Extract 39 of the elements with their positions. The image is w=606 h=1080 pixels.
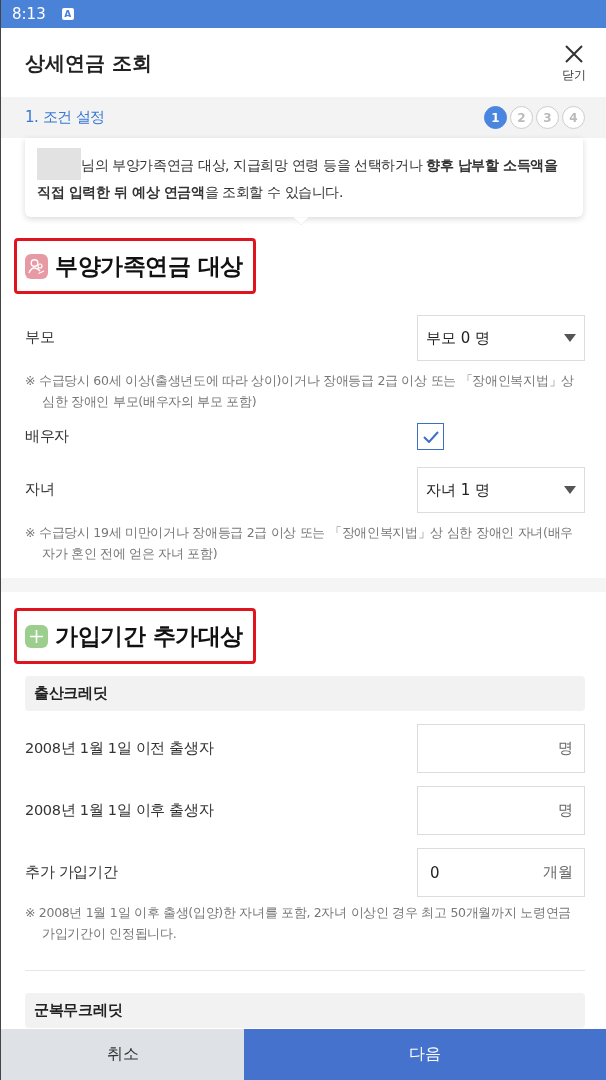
plus-icon (25, 624, 48, 648)
notification-badge: A (61, 8, 74, 20)
people-icon (25, 253, 48, 279)
dropdown[interactable]: 부모 0 명 (417, 315, 585, 361)
step-indicator: 2 (510, 106, 533, 129)
checkbox[interactable] (417, 423, 444, 450)
close-icon (564, 44, 584, 64)
note-text: ※ 2008년 1월 1일 이후 출생(입양)한 자녀를 포함, 2자녀 이상인 경우 최고 50개월까지 노령연금 가입기간이 인정됩니다. (25, 904, 573, 943)
caret-icon (564, 486, 576, 494)
cancel-button[interactable]: 취소 (1, 1029, 244, 1080)
field-label: 추가 가입기간 (25, 862, 118, 882)
subsection-header: 출산크레딧 (25, 676, 585, 711)
number-input[interactable] (417, 786, 585, 835)
number-input[interactable] (417, 724, 585, 773)
section-title: 부양가족연금 대상 (55, 251, 243, 281)
field-label: 2008년 1월 1일 이후 출생자 (25, 800, 214, 820)
step-indicator: 1 (484, 106, 507, 129)
note-text: ※ 수급당시 19세 미만이거나 장애등급 2급 이상 또는 「장애인복지법」상 심한 장애인 자녀(배우자가 혼인 전에 얻은 자녀 포함) (25, 524, 575, 563)
note-text: ※ 수급당시 60세 이상(출생년도에 따라 상이)이거나 장애등급 2급 이상 또는 「장애인복지법」상 심한 장애인 부모(배우자의 부모 포함) (25, 372, 575, 411)
unit-label: 명 (558, 800, 573, 820)
step-indicator: 3 (536, 106, 559, 129)
next-button[interactable]: 다음 (244, 1029, 606, 1080)
field-label: 부모 (25, 328, 55, 348)
subsection-header: 군복무크레딧 (25, 993, 585, 1028)
dropdown[interactable]: 자녀 1 명 (417, 467, 585, 513)
intro-text: 님의 부양가족연금 대상, 지급희망 연령 등을 선택하거나 향후 납부할 소득액을 직접 입력한 뒤 예상 연금액을 조회할 수 있습니다. (37, 148, 571, 205)
step-title: 1. 조건 설정 (25, 107, 105, 129)
page-title: 상세연금 조회 (25, 49, 152, 77)
close-button[interactable]: 닫기 (562, 44, 586, 81)
status-time: 8:13 (12, 6, 46, 22)
field-label: 2008년 1월 1일 이전 출생자 (25, 738, 214, 758)
field-label: 배우자 (25, 426, 70, 446)
unit-label: 개월 (543, 862, 573, 882)
section-title: 가입기간 추가대상 (55, 621, 243, 651)
unit-label: 명 (558, 738, 573, 758)
step-indicator: 4 (562, 106, 585, 129)
field-label: 자녀 (25, 480, 55, 500)
caret-icon (564, 334, 576, 342)
check-icon (422, 430, 439, 443)
